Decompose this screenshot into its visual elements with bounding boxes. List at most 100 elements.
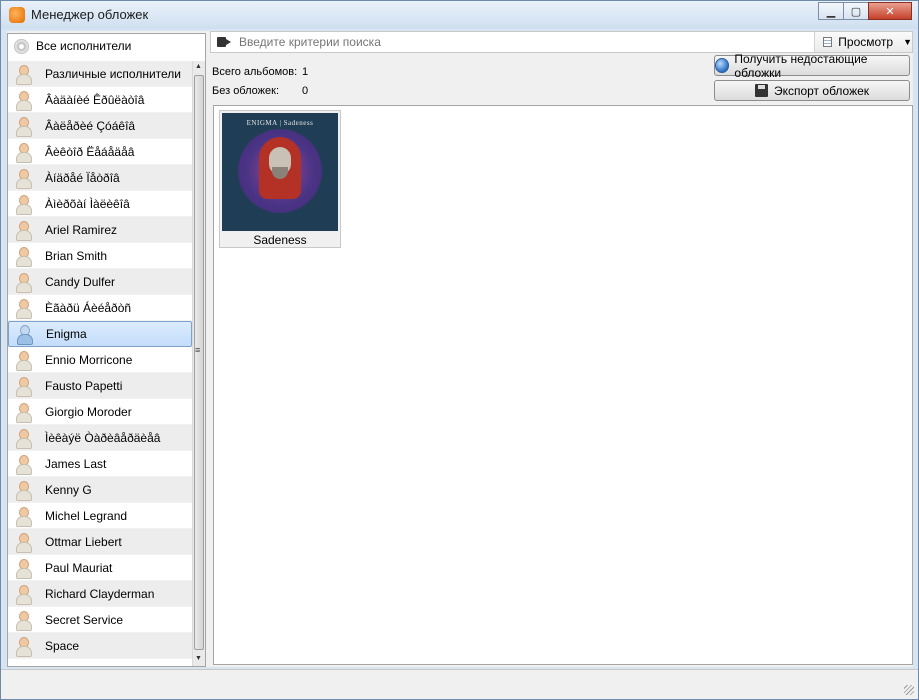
fetch-missing-covers-label: Получить недостающие обложки <box>734 51 868 80</box>
artist-list: Различные исполнители Âàäàíèé Êðûëàòîâ Âàë… <box>8 61 192 659</box>
maximize-button[interactable]: ▢ <box>843 2 869 20</box>
person-icon <box>14 480 32 501</box>
artist-label: Michel Legrand <box>45 508 128 523</box>
artist-item[interactable]: Michel Legrand <box>8 503 192 529</box>
cover-art <box>238 129 322 213</box>
artist-item[interactable]: Space <box>8 633 192 659</box>
person-icon <box>14 90 32 111</box>
artist-item[interactable]: Âèêòîð Ëåáåäåâ <box>8 139 192 165</box>
view-list-icon <box>823 37 833 47</box>
client-area: Все исполнители Различные исполнители Âàä… <box>7 31 913 667</box>
close-button[interactable]: ✕ <box>868 2 912 20</box>
artist-item[interactable]: Brian Smith <box>8 243 192 269</box>
scroll-grip-icon: ≡ <box>195 345 201 355</box>
person-icon <box>14 220 32 241</box>
title-bar[interactable]: Менеджер обложек ▁ ▢ ✕ <box>1 1 918 29</box>
scroll-up-icon[interactable]: ▲ <box>195 63 202 70</box>
artist-item[interactable]: James Last <box>8 451 192 477</box>
resize-grip-icon[interactable] <box>904 685 914 695</box>
artist-label: Space <box>45 638 80 653</box>
person-icon <box>14 64 32 85</box>
artist-item[interactable]: Paul Mauriat <box>8 555 192 581</box>
artist-item[interactable]: Giorgio Moroder <box>8 399 192 425</box>
artist-list-scrollbar[interactable]: ▲ ≡ ▼ <box>192 61 205 666</box>
artist-label: Ennio Morricone <box>45 352 133 367</box>
scrollbar-thumb[interactable] <box>194 75 204 650</box>
person-icon <box>14 584 32 605</box>
person-icon <box>14 610 32 631</box>
artist-label: Secret Service <box>45 612 124 627</box>
artist-item[interactable]: Различные исполнители <box>8 61 192 87</box>
artist-label: Enigma <box>46 327 87 341</box>
search-bar: Просмотр ▼ <box>210 31 913 53</box>
person-icon <box>14 402 32 423</box>
person-icon <box>14 298 32 319</box>
artist-label: Richard Clayderman <box>45 586 155 601</box>
artist-label: Èãàðü Áèéåðòñ <box>45 300 132 315</box>
album-tile[interactable]: ENIGMA | Sadeness Sadeness <box>219 110 341 248</box>
scroll-down-icon[interactable]: ▼ <box>195 655 202 662</box>
minimize-button[interactable]: ▁ <box>818 2 844 20</box>
all-artists-label: Все исполнители <box>36 39 132 53</box>
globe-icon <box>715 58 730 73</box>
artist-item[interactable]: Enigma <box>8 321 192 347</box>
album-grid: ENIGMA | Sadeness Sadeness <box>213 105 913 665</box>
artist-item[interactable]: Kenny G <box>8 477 192 503</box>
total-albums-label: Всего альбомов: <box>212 66 298 78</box>
artist-item[interactable]: Fausto Papetti <box>8 373 192 399</box>
artist-label: Âàäàíèé Êðûëàòîâ <box>45 92 145 107</box>
artist-item[interactable]: Ottmar Liebert <box>8 529 192 555</box>
person-icon <box>15 324 33 345</box>
artist-label: Ottmar Liebert <box>45 534 122 549</box>
person-icon <box>14 272 32 293</box>
total-albums-value: 1 <box>302 66 309 78</box>
fetch-missing-covers-button[interactable]: Получить недостающие обложки <box>714 52 910 80</box>
person-icon <box>14 194 32 215</box>
window-title: Менеджер обложек <box>31 7 149 22</box>
person-icon <box>14 428 32 449</box>
no-covers-value: 0 <box>302 85 309 97</box>
app-icon <box>9 7 25 23</box>
artist-label: Ariel Ramirez <box>45 222 118 237</box>
album-title: Sadeness <box>253 233 307 247</box>
artist-label: Âèêòîð Ëåáåäåâ <box>45 144 135 159</box>
artist-item[interactable]: Èãàðü Áèéåðòñ <box>8 295 192 321</box>
save-icon <box>754 84 768 97</box>
search-input[interactable] <box>239 35 799 49</box>
artist-label: Âàëåðèé Çóáêîâ <box>45 118 136 133</box>
chevron-down-icon: ▼ <box>903 37 912 47</box>
artist-label: Candy Dulfer <box>45 274 116 289</box>
person-icon <box>14 376 32 397</box>
artist-item[interactable]: Secret Service <box>8 607 192 633</box>
person-icon <box>14 454 32 475</box>
no-covers-label: Без обложек: <box>212 85 279 97</box>
person-icon <box>14 168 32 189</box>
artist-label: Àíäðåé Ïåòðîâ <box>45 170 120 185</box>
artist-sidebar: Все исполнители Различные исполнители Âàä… <box>7 33 206 667</box>
cover-text: ENIGMA | Sadeness <box>246 119 314 127</box>
artist-item[interactable]: Ariel Ramirez <box>8 217 192 243</box>
artist-item[interactable]: Àìèðõàí Ìàëèêîâ <box>8 191 192 217</box>
artist-label: Различные исполнители <box>45 66 182 81</box>
artist-item[interactable]: Ìèêàýë Òàðèâåðäèåâ <box>8 425 192 451</box>
person-icon <box>14 350 32 371</box>
all-artists-item[interactable]: Все исполнители <box>8 34 205 58</box>
album-cover: ENIGMA | Sadeness <box>222 113 338 231</box>
artist-label: Giorgio Moroder <box>45 404 132 419</box>
artist-item[interactable]: Candy Dulfer <box>8 269 192 295</box>
status-bar <box>1 669 918 699</box>
cover-manager-window: Менеджер обложек ▁ ▢ ✕ Все исполнители Р… <box>0 0 919 700</box>
artist-item[interactable]: Ennio Morricone <box>8 347 192 373</box>
artist-item[interactable]: Âàäàíèé Êðûëàòîâ <box>8 87 192 113</box>
view-dropdown[interactable]: Просмотр ▼ <box>814 32 912 52</box>
artist-item[interactable]: Âàëåðèé Çóáêîâ <box>8 113 192 139</box>
artist-label: Ìèêàýë Òàðèâåðäèåâ <box>45 430 161 445</box>
person-icon <box>14 636 32 657</box>
artist-item[interactable]: Àíäðåé Ïåòðîâ <box>8 165 192 191</box>
window-controls: ▁ ▢ ✕ <box>818 2 912 20</box>
artist-label: Paul Mauriat <box>45 560 113 575</box>
export-covers-button[interactable]: Экспорт обложек <box>714 80 910 101</box>
artist-item[interactable]: Richard Clayderman <box>8 581 192 607</box>
artist-label: James Last <box>45 456 107 471</box>
person-icon <box>14 246 32 267</box>
